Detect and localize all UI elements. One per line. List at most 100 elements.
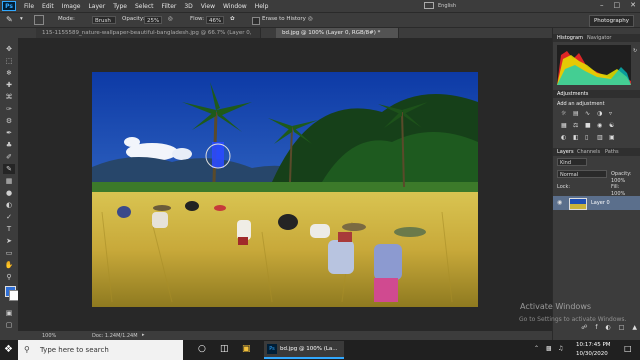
opacity-field[interactable]: 25%	[144, 16, 162, 24]
quick-select-tool-icon[interactable]: ✚	[3, 80, 15, 90]
menu-edit[interactable]: Edit	[42, 3, 54, 10]
blend-mode-select[interactable]: Normal	[557, 170, 607, 178]
layer-thumbnail	[569, 198, 587, 210]
blur-tool-icon[interactable]: ●	[3, 188, 15, 198]
taskbar-search-input[interactable]: Type here to search	[18, 340, 183, 360]
menu-view[interactable]: View	[201, 3, 215, 10]
menu-layer[interactable]: Layer	[88, 3, 105, 10]
eyedropper-tool-icon[interactable]: ✑	[3, 104, 15, 114]
gradient-map-icon[interactable]: ▥	[597, 134, 603, 141]
erase-history-checkbox[interactable]	[252, 17, 260, 25]
shape-tool-icon[interactable]: ▭	[3, 248, 15, 258]
menu-image[interactable]: Image	[62, 3, 81, 10]
brush-panel-icon[interactable]	[34, 15, 44, 25]
mode-select[interactable]: Brush	[92, 16, 116, 24]
link-icon[interactable]: ☍	[581, 324, 587, 334]
clock-time[interactable]: 10:17:45 PM	[576, 342, 611, 348]
eraser-tool-icon[interactable]: ✎	[3, 164, 15, 174]
workspace-select[interactable]: Photography	[588, 15, 634, 27]
tab-navigator[interactable]: Navigator	[587, 35, 611, 41]
minimize-icon[interactable]: –	[600, 1, 604, 9]
flow-field[interactable]: 46%	[206, 16, 224, 24]
tab-layers[interactable]: Layers	[557, 149, 574, 155]
invert-icon[interactable]: ◐	[561, 134, 566, 141]
maximize-icon[interactable]: □	[614, 1, 621, 9]
rice-field-photo	[92, 72, 478, 307]
crop-tool-icon[interactable]: ⌘	[3, 92, 15, 102]
pen-tool-icon[interactable]: ✓	[3, 212, 15, 222]
histogram-chart	[557, 51, 631, 85]
pressure-size-icon[interactable]: ◎	[308, 16, 313, 22]
channel-mixer-icon[interactable]: ☯	[609, 122, 614, 129]
tab-histogram[interactable]: Histogram	[557, 35, 583, 41]
brush-size-dropdown[interactable]: ▾	[20, 16, 23, 22]
screen-mode-icon[interactable]: ▢	[3, 320, 15, 330]
clone-stamp-tool-icon[interactable]: ♣	[3, 140, 15, 150]
layer-row[interactable]: ◉ Layer 0	[553, 196, 640, 210]
path-selection-tool-icon[interactable]: ➤	[3, 236, 15, 246]
tab-paths[interactable]: Paths	[605, 149, 619, 155]
cortana-icon[interactable]: ○	[198, 344, 206, 354]
new-layer-icon[interactable]: □	[619, 324, 625, 334]
task-view-icon[interactable]: ◫	[220, 344, 229, 354]
tab-bd[interactable]: bd.jpg @ 100% (Layer 0, RGB/8#) *	[276, 28, 399, 38]
zoom-tool-icon[interactable]: ⚲	[3, 272, 15, 282]
marquee-tool-icon[interactable]: ⬚	[3, 56, 15, 66]
menu-3d[interactable]: 3D	[184, 3, 192, 10]
menu-type[interactable]: Type	[113, 3, 127, 10]
exposure-icon[interactable]: ◑	[597, 110, 602, 117]
photoshop-taskbar-item[interactable]: Ps bd.jpg @ 100% (La...	[264, 341, 344, 359]
hue-saturation-icon[interactable]: ▦	[561, 122, 567, 129]
layer-name[interactable]: Layer 0	[591, 200, 610, 206]
tray-chevron-icon[interactable]: ⌃	[534, 345, 539, 352]
airbrush-icon[interactable]: ✿	[230, 16, 235, 22]
lasso-tool-icon[interactable]: ❄	[3, 68, 15, 78]
history-brush-tool-icon[interactable]: ✐	[3, 152, 15, 162]
threshold-icon[interactable]: ▯	[585, 134, 588, 141]
selective-color-icon[interactable]: ▣	[609, 134, 615, 141]
menu-select[interactable]: Select	[135, 3, 154, 10]
close-icon[interactable]: ✕	[630, 1, 636, 9]
menu-file[interactable]: File	[24, 3, 34, 10]
posterize-icon[interactable]: ◧	[573, 134, 579, 141]
eraser-tool-icon[interactable]: ✎	[6, 15, 13, 24]
menu-window[interactable]: Window	[223, 3, 247, 10]
brush-tool-icon[interactable]: ✒	[3, 128, 15, 138]
tab-channels[interactable]: Channels	[577, 149, 600, 155]
clock-date[interactable]: 10/30/2020	[576, 351, 608, 357]
network-icon[interactable]: ▩	[546, 345, 552, 352]
tab-adjustments[interactable]: Adjustments	[557, 91, 588, 97]
layer-kind-filter[interactable]: Kind	[557, 158, 587, 166]
volume-icon[interactable]: ♫	[558, 345, 563, 352]
healing-brush-tool-icon[interactable]: ⚙	[3, 116, 15, 126]
windows-start-icon[interactable]: ❖	[4, 344, 13, 355]
trash-icon[interactable]: ▲	[632, 324, 637, 334]
visibility-eye-icon[interactable]: ◉	[557, 199, 562, 206]
quick-mask-icon[interactable]: ▣	[3, 308, 15, 318]
color-balance-icon[interactable]: ⚖	[573, 122, 578, 129]
move-tool-icon[interactable]: ✥	[3, 44, 15, 54]
brightness-icon[interactable]: ☼	[561, 110, 566, 117]
menu-help[interactable]: Help	[255, 3, 269, 10]
notifications-icon[interactable]: □	[624, 344, 632, 353]
levels-icon[interactable]: ▤	[573, 110, 579, 117]
fx-icon[interactable]: f	[595, 324, 597, 334]
photo-filter-icon[interactable]: ◉	[597, 122, 602, 129]
status-arrow-icon[interactable]: ▸	[142, 332, 145, 338]
pressure-opacity-icon[interactable]: ◎	[168, 16, 173, 22]
zoom-level[interactable]: 100%	[42, 333, 56, 339]
histogram-refresh-icon[interactable]: ↻	[633, 48, 637, 54]
hand-tool-icon[interactable]: ✋	[3, 260, 15, 270]
curves-icon[interactable]: ∿	[585, 110, 590, 117]
tab-nature-wallpaper[interactable]: 115-1155589_nature-wallpaper-beautiful-b…	[36, 28, 261, 46]
dodge-tool-icon[interactable]: ◐	[3, 200, 15, 210]
black-white-icon[interactable]: ■	[585, 122, 591, 129]
vibrance-icon[interactable]: ▿	[609, 110, 612, 117]
language-indicator[interactable]: English	[424, 2, 456, 9]
document-image[interactable]	[92, 72, 478, 307]
mask-icon[interactable]: ◐	[605, 324, 610, 334]
type-tool-icon[interactable]: T	[3, 224, 15, 234]
file-explorer-icon[interactable]: ▣	[242, 344, 251, 354]
menu-filter[interactable]: Filter	[162, 3, 177, 10]
gradient-tool-icon[interactable]: ▦	[3, 176, 15, 186]
